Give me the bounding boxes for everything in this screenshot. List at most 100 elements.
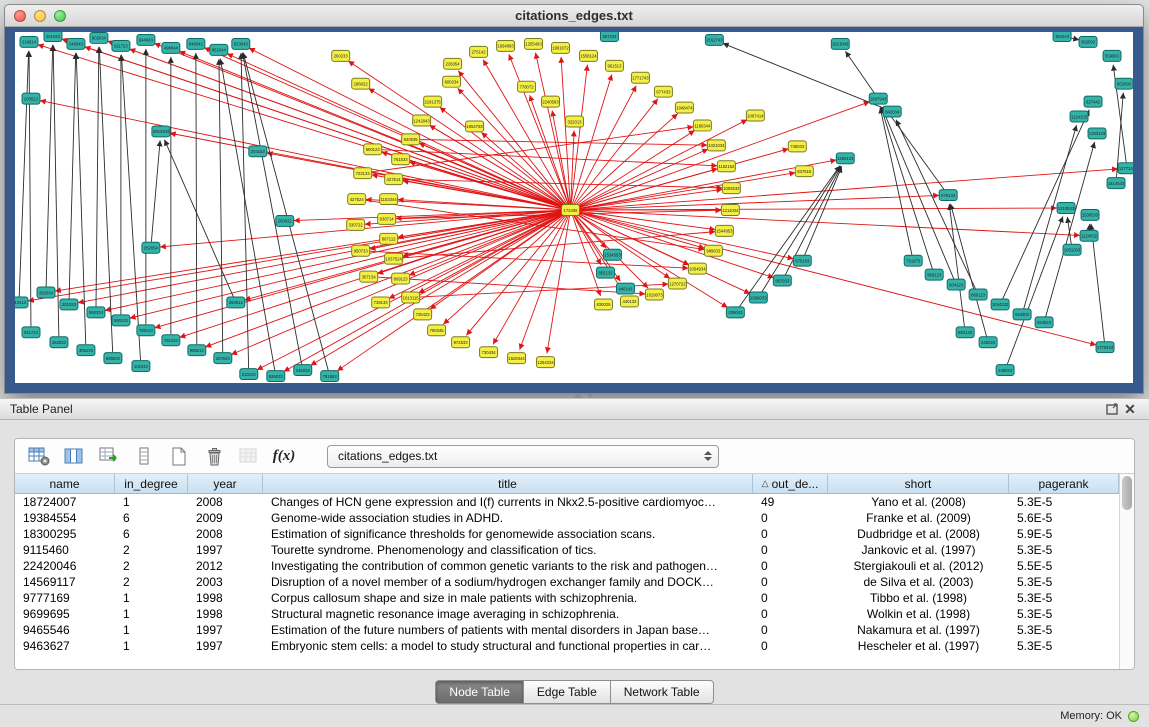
graph-node[interactable]: 1321034 bbox=[707, 140, 725, 151]
graph-node[interactable]: 440143 bbox=[616, 283, 634, 294]
column-header-short[interactable]: short bbox=[828, 474, 1009, 493]
graph-node[interactable]: 1037524 bbox=[385, 253, 403, 264]
table-options-button[interactable] bbox=[130, 443, 158, 469]
close-panel-button[interactable]: ✕ bbox=[1121, 401, 1139, 417]
graph-node[interactable]: 869123 bbox=[969, 289, 987, 300]
graph-node[interactable]: 944043 bbox=[137, 34, 155, 45]
graph-node[interactable]: 867112 bbox=[380, 233, 398, 244]
graph-node[interactable]: 1054934 bbox=[688, 263, 706, 274]
tab-node-table[interactable]: Node Table bbox=[435, 680, 524, 704]
graph-node[interactable]: 911723 bbox=[112, 40, 130, 51]
graph-node[interactable]: 600123 bbox=[364, 144, 382, 155]
graph-node[interactable]: 252054 bbox=[142, 242, 160, 253]
graph-node[interactable]: 1180344 bbox=[693, 120, 711, 131]
graph-node[interactable]: 1961072 bbox=[552, 42, 570, 53]
graph-node[interactable]: 913413 bbox=[15, 297, 28, 308]
graph-node[interactable]: 245023 bbox=[979, 337, 997, 348]
network-canvas[interactable]: 1724062181375124204394093576153342751411… bbox=[15, 32, 1133, 383]
graph-node[interactable]: 427524 bbox=[348, 194, 366, 205]
graph-node[interactable]: 1013115 bbox=[402, 292, 420, 303]
network-canvas-area[interactable]: 1724062181375124204394093576153342751411… bbox=[15, 32, 1133, 383]
graph-node[interactable]: 1558124 bbox=[579, 50, 597, 61]
graph-node[interactable]: 260622 bbox=[276, 215, 294, 226]
graph-node[interactable]: 1019073 bbox=[645, 289, 663, 300]
graph-node[interactable]: 186022 bbox=[352, 78, 370, 89]
graph-node[interactable]: 813043 bbox=[232, 38, 250, 49]
graph-node[interactable]: 203512 bbox=[22, 93, 40, 104]
graph-node[interactable]: 210133 bbox=[240, 369, 258, 380]
memory-status-icon[interactable] bbox=[1128, 711, 1139, 722]
graph-node[interactable]: 725423 bbox=[414, 309, 432, 320]
table-row[interactable]: 977716911998Corpus callosum shape and si… bbox=[15, 590, 1119, 606]
graph-node[interactable]: 1059033 bbox=[749, 292, 767, 303]
column-header-title[interactable]: title bbox=[263, 474, 753, 493]
graph-node[interactable]: 1667943 bbox=[869, 93, 887, 104]
graph-node[interactable]: 969123 bbox=[925, 269, 943, 280]
graph-node[interactable]: 102343 bbox=[132, 361, 150, 372]
graph-node[interactable]: 924523 bbox=[1035, 317, 1053, 328]
graph-node[interactable]: 940935 bbox=[402, 134, 420, 145]
graph-node[interactable]: 1854793 bbox=[466, 121, 484, 132]
graph-node[interactable]: 2240583 bbox=[542, 96, 560, 107]
graph-node[interactable]: 972533 bbox=[452, 337, 470, 348]
graph-node[interactable]: 1255493 bbox=[525, 38, 543, 49]
graph-node[interactable]: 926033 bbox=[267, 371, 285, 382]
graph-node[interactable]: 968212 bbox=[188, 345, 206, 356]
function-builder-button[interactable]: f(x) bbox=[270, 443, 298, 469]
graph-node[interactable]: 1770433 bbox=[1096, 342, 1114, 353]
graph-node[interactable]: 1124133 bbox=[1070, 111, 1088, 122]
edit-columns-button[interactable] bbox=[95, 443, 123, 469]
graph-node[interactable]: 440132 bbox=[620, 296, 638, 307]
graph-node[interactable]: 1044222 bbox=[991, 299, 1009, 310]
graph-node[interactable]: 989633 bbox=[704, 245, 722, 256]
graph-node[interactable]: 1277343 bbox=[1118, 163, 1133, 174]
graph-node[interactable]: 362093 bbox=[1079, 36, 1097, 47]
table-scrollbar[interactable] bbox=[1119, 474, 1134, 669]
graph-node[interactable]: 1093633 bbox=[722, 183, 740, 194]
close-window-button[interactable] bbox=[14, 10, 26, 22]
table-row[interactable]: 911546021997Tourette syndrome. Phenomeno… bbox=[15, 542, 1119, 558]
graph-node[interactable]: 427514 bbox=[385, 174, 403, 185]
graph-node[interactable]: 246043 bbox=[67, 38, 85, 49]
graph-node[interactable]: 226054 bbox=[444, 58, 462, 69]
graph-node[interactable]: 761533 bbox=[392, 154, 410, 165]
graph-node[interactable]: 498044 bbox=[162, 42, 180, 53]
graph-node[interactable]: 1211034 bbox=[721, 205, 739, 216]
graph-node[interactable]: 1270722 bbox=[668, 278, 686, 289]
graph-node[interactable]: 1162152 bbox=[717, 161, 735, 172]
graph-node[interactable]: 600234 bbox=[443, 76, 461, 87]
graph-node[interactable]: 911713 bbox=[22, 327, 40, 338]
graph-node[interactable]: 1153344 bbox=[380, 194, 398, 205]
graph-node[interactable]: 1544953 bbox=[715, 225, 733, 236]
graph-node[interactable]: 791973 bbox=[904, 255, 922, 266]
graph-node[interactable]: 1048474 bbox=[675, 102, 693, 113]
graph-node[interactable]: 201033 bbox=[60, 299, 78, 310]
graph-node[interactable]: 2181375 bbox=[424, 96, 442, 107]
graph-node[interactable]: 887933 bbox=[773, 275, 791, 286]
graph-node[interactable]: 2162743 bbox=[705, 34, 723, 45]
graph-node[interactable]: 679133 bbox=[939, 190, 957, 201]
graph-node[interactable]: 322013 bbox=[566, 116, 584, 127]
network-table-select[interactable]: citations_edges.txt bbox=[327, 445, 719, 468]
graph-node[interactable]: 305133 bbox=[77, 345, 95, 356]
table-row[interactable]: 1456911722003Disruption of a novel membe… bbox=[15, 574, 1119, 590]
graph-node[interactable]: 902093 bbox=[1115, 78, 1133, 89]
table-row[interactable]: 2242004622012Investigating the contribut… bbox=[15, 558, 1119, 574]
graph-node[interactable]: 590533 bbox=[104, 353, 122, 364]
minimize-window-button[interactable] bbox=[34, 10, 46, 22]
graph-node[interactable]: 855133 bbox=[596, 267, 614, 278]
table-mode-button[interactable] bbox=[25, 443, 53, 469]
graph-node[interactable]: 260034 bbox=[37, 287, 55, 298]
graph-node[interactable]: 381043 bbox=[1053, 32, 1071, 41]
create-column-button[interactable] bbox=[165, 443, 193, 469]
column-header-pagerank[interactable]: pagerank bbox=[1009, 474, 1119, 493]
graph-node[interactable]: 1813043 bbox=[831, 38, 849, 49]
zoom-window-button[interactable] bbox=[54, 10, 66, 22]
graph-node[interactable]: 677433 bbox=[654, 86, 672, 97]
graph-node[interactable]: 1366123 bbox=[836, 153, 854, 164]
graph-node[interactable]: 948042 bbox=[187, 38, 205, 49]
graph-node[interactable]: 172406 bbox=[562, 205, 580, 216]
graph-node[interactable]: 1528344 bbox=[508, 353, 526, 364]
graph-node[interactable]: 262033 bbox=[50, 337, 68, 348]
graph-node[interactable]: 1124032 bbox=[1080, 230, 1098, 241]
